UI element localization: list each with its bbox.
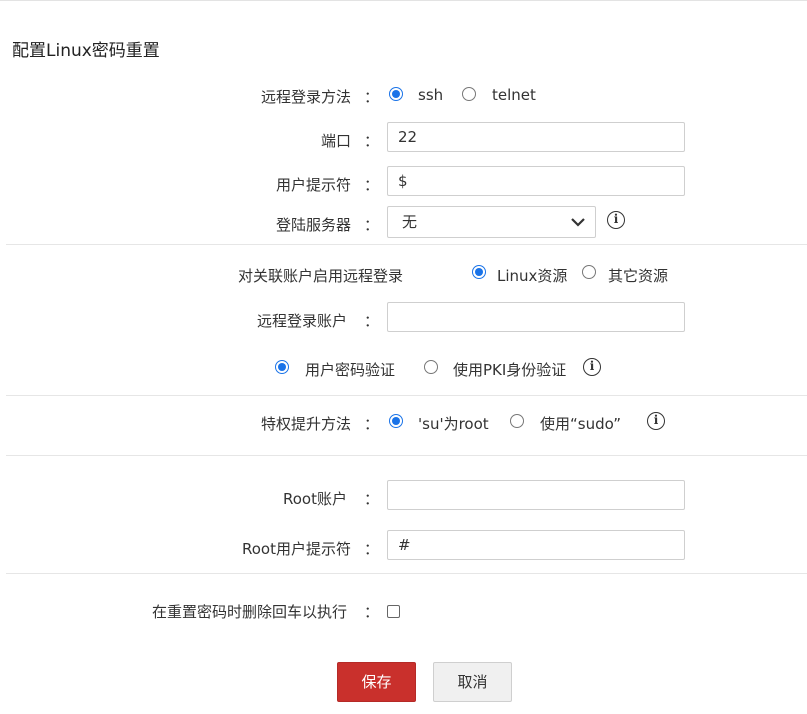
delete-cr-label: 在重置密码时删除回车以执行: [151, 603, 347, 621]
info-icon[interactable]: i: [647, 412, 665, 430]
associated-login-label: 对关联账户启用远程登录: [238, 267, 404, 285]
radio-pki-auth-label[interactable]: 使用PKI身份验证: [453, 359, 566, 380]
cancel-button[interactable]: 取消: [433, 662, 512, 702]
radio-ssh-label[interactable]: ssh: [418, 86, 443, 104]
radio-pki-auth[interactable]: [424, 360, 438, 374]
user-prompt-label: 用户提示符: [275, 176, 351, 194]
section-divider: [6, 455, 807, 456]
root-prompt-label: Root用户提示符: [242, 540, 351, 558]
top-border: [0, 0, 807, 1]
radio-telnet[interactable]: [462, 87, 476, 101]
radio-telnet-label[interactable]: telnet: [492, 86, 536, 104]
radio-password-auth-label[interactable]: 用户密码验证: [305, 359, 395, 380]
section-divider: [6, 395, 807, 396]
login-method-label: 远程登录方法: [260, 88, 351, 106]
remote-account-label: 远程登录账户: [256, 312, 347, 330]
login-server-value: 无: [402, 213, 418, 231]
user-prompt-input[interactable]: $: [387, 166, 685, 196]
colon: ：: [364, 603, 380, 621]
port-input[interactable]: 22: [387, 122, 685, 152]
radio-sudo-label[interactable]: 使用“sudo”: [540, 413, 621, 434]
login-server-select[interactable]: 无: [387, 206, 596, 238]
root-account-input[interactable]: [387, 480, 685, 510]
section-divider: [6, 573, 807, 574]
radio-other-resource-label[interactable]: 其它资源: [608, 265, 668, 286]
info-icon[interactable]: i: [583, 358, 601, 376]
radio-other-resource[interactable]: [582, 265, 596, 279]
colon: ：: [364, 540, 380, 558]
radio-su-root[interactable]: [389, 414, 403, 428]
port-label: 端口: [320, 132, 351, 150]
radio-ssh[interactable]: [389, 87, 403, 101]
section-divider: [6, 244, 807, 245]
page-title: 配置Linux密码重置: [12, 41, 160, 61]
root-account-label: Root账户: [283, 490, 347, 508]
colon: ：: [364, 312, 380, 330]
delete-cr-checkbox[interactable]: [387, 605, 400, 618]
radio-password-auth[interactable]: [275, 360, 289, 374]
colon: ：: [364, 88, 380, 106]
privilege-label: 特权提升方法: [260, 415, 351, 433]
radio-su-root-label[interactable]: 'su'为root: [418, 413, 489, 434]
remote-account-input[interactable]: [387, 302, 685, 332]
info-icon[interactable]: i: [607, 211, 625, 229]
radio-linux-resource[interactable]: [472, 265, 486, 279]
radio-linux-resource-label[interactable]: Linux资源: [497, 265, 567, 286]
colon: ：: [364, 216, 380, 234]
colon: ：: [364, 176, 380, 194]
save-button[interactable]: 保存: [337, 662, 416, 702]
radio-sudo[interactable]: [510, 414, 524, 428]
colon: ：: [364, 490, 380, 508]
root-prompt-input[interactable]: #: [387, 530, 685, 560]
chevron-down-icon: [571, 218, 585, 227]
colon: ：: [364, 415, 380, 433]
login-server-label: 登陆服务器: [275, 216, 351, 234]
colon: ：: [364, 132, 380, 150]
